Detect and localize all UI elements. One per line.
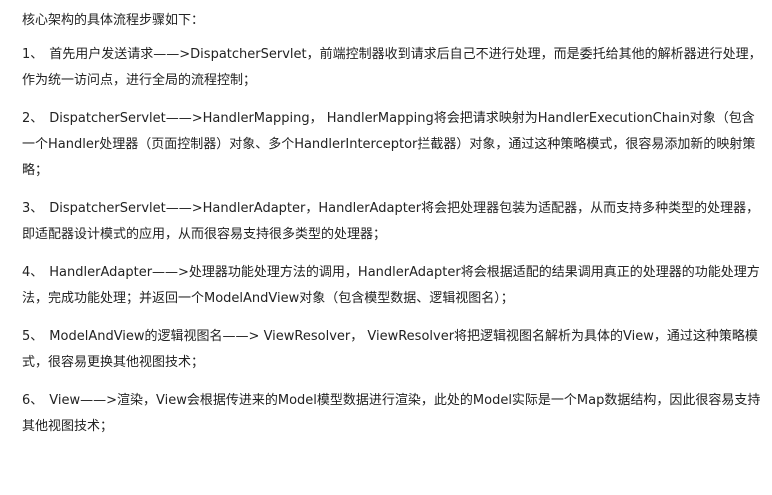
step-text: 首先用户发送请求——>DispatcherServlet，前端控制器收到请求后自… [22,47,762,88]
step-text: HandlerAdapter——>处理器功能处理方法的调用，HandlerAda… [22,265,760,306]
step-number: 1、 [22,47,44,62]
step-3: 3、 DispatcherServlet——>HandlerAdapter，Han… [22,196,762,248]
document-heading: 核心架构的具体流程步骤如下： [22,13,205,28]
step-6: 6、 View——>渲染，View会根据传进来的Model模型数据进行渲染，此处的… [22,388,762,440]
step-text: DispatcherServlet——>HandlerMapping， Hand… [22,111,756,178]
step-2: 2、 DispatcherServlet——>HandlerMapping， Ha… [22,106,762,184]
step-5: 5、 ModelAndView的逻辑视图名——> ViewResolver， Vi… [22,324,762,376]
step-number: 2、 [22,111,44,126]
step-text: DispatcherServlet——>HandlerAdapter，Handl… [22,201,760,242]
step-1: 1、 首先用户发送请求——>DispatcherServlet，前端控制器收到请求… [22,42,762,94]
step-number: 3、 [22,201,44,216]
step-number: 4、 [22,265,44,280]
step-4: 4、 HandlerAdapter——>处理器功能处理方法的调用，HandlerA… [22,260,762,312]
step-number: 5、 [22,329,44,344]
step-number: 6、 [22,393,44,408]
document-body: 核心架构的具体流程步骤如下： 1、 首先用户发送请求——>DispatcherSe… [22,8,762,452]
step-text: View——>渲染，View会根据传进来的Model模型数据进行渲染，此处的Mo… [22,393,761,434]
step-text: ModelAndView的逻辑视图名——> ViewResolver， View… [22,329,758,370]
